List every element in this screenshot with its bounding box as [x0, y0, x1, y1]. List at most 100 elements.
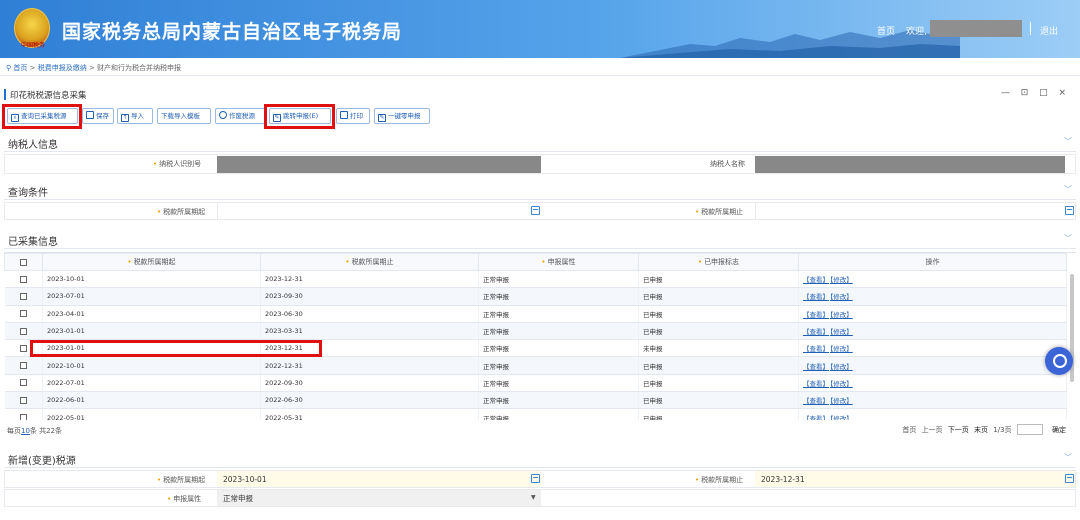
- new-start-input[interactable]: 2023-10-01: [217, 471, 541, 487]
- calendar-icon[interactable]: [1065, 206, 1074, 215]
- table-cell: 2022-07-01: [42, 374, 261, 393]
- row-checkbox[interactable]: [4, 339, 43, 358]
- download-template-button[interactable]: 下载导入模板: [157, 108, 211, 124]
- breadcrumb-declare[interactable]: 税费申报及缴纳: [38, 64, 87, 72]
- dropdown-arrow-icon[interactable]: ▼: [531, 494, 536, 501]
- table-cell: 2022-10-01: [42, 356, 261, 375]
- table-cell: 已申报: [638, 322, 799, 341]
- confirm-button[interactable]: 确定: [1052, 426, 1066, 434]
- table-row[interactable]: 2023-01-01 2023-12-31 正常申报 未申报 【查看】【修改】: [4, 339, 1067, 358]
- calendar-icon[interactable]: [531, 206, 540, 215]
- edit-link[interactable]: 【修改】: [830, 415, 853, 420]
- row-checkbox[interactable]: [4, 408, 43, 420]
- jump-declare-button[interactable]: ✎ 跳转申报(E): [269, 108, 331, 124]
- last-page-link[interactable]: 末页: [974, 426, 988, 434]
- query-end-label: • 税款所属期止: [695, 208, 744, 216]
- next-page-link[interactable]: 下一页: [948, 426, 969, 434]
- table-row[interactable]: 2023-01-01 2023-03-31 正常申报 已申报 【查看】【修改】: [4, 322, 1067, 341]
- table-row[interactable]: 2023-04-01 2023-06-30 正常申报 已申报 【查看】【修改】: [4, 305, 1067, 323]
- view-link[interactable]: 【查看】: [803, 328, 829, 336]
- logout-link[interactable]: 退出: [1040, 24, 1058, 37]
- edit-link[interactable]: 【修改】: [830, 276, 853, 284]
- attr-select-value: 正常申报: [223, 494, 253, 503]
- row-checkbox[interactable]: [4, 356, 43, 375]
- calendar-icon[interactable]: [1065, 474, 1074, 483]
- breadcrumb-home[interactable]: 首页: [13, 64, 27, 72]
- print-label: 打印: [350, 112, 363, 120]
- row-checkbox[interactable]: [4, 322, 43, 341]
- row-checkbox[interactable]: [4, 287, 43, 306]
- zero-declare-button[interactable]: ✎ 一键零申报: [374, 108, 430, 124]
- table-row[interactable]: 2022-10-01 2022-12-31 正常申报 已申报 【查看】【修改】: [4, 356, 1067, 375]
- jump-declare-label: 跳转申报(E): [283, 112, 319, 120]
- first-page-link[interactable]: 首页: [902, 426, 916, 434]
- query-end-input[interactable]: [755, 203, 1075, 219]
- table-row[interactable]: 2022-05-01 2022-05-31 正常申报 已申报 【查看】【修改】: [4, 408, 1067, 420]
- query-row: • 税款所属期起 • 税款所属期止: [4, 202, 1076, 220]
- row-actions: 【查看】【修改】: [798, 287, 1067, 306]
- query-start-input[interactable]: [217, 203, 541, 219]
- collected-section-header[interactable]: 已采集信息 ﹀: [4, 229, 1076, 249]
- void-source-label: 作废税源: [229, 112, 255, 120]
- new-end-input[interactable]: 2023-12-31: [755, 471, 1075, 487]
- chevron-down-icon[interactable]: ﹀: [1064, 452, 1072, 463]
- attr-select[interactable]: 正常申报 ▼: [217, 490, 541, 506]
- row-checkbox[interactable]: [4, 270, 43, 289]
- edit-link[interactable]: 【修改】: [830, 311, 853, 319]
- row-checkbox[interactable]: [4, 305, 43, 323]
- query-section-header[interactable]: 查询条件 ﹀: [4, 180, 1076, 200]
- table-row[interactable]: 2023-07-01 2023-09-30 正常申报 已申报 【查看】【修改】: [4, 287, 1067, 306]
- chat-assistant-icon[interactable]: [1045, 347, 1073, 375]
- edit-link[interactable]: 【修改】: [830, 293, 853, 301]
- section-title: 新增(变更)税源: [8, 456, 76, 467]
- view-link[interactable]: 【查看】: [803, 311, 829, 319]
- emblem-text: 中国税务: [20, 42, 45, 49]
- page-number-input[interactable]: [1016, 424, 1043, 435]
- edit-link[interactable]: 【修改】: [830, 363, 853, 371]
- view-link[interactable]: 【查看】: [803, 415, 829, 420]
- view-link[interactable]: 【查看】: [803, 380, 829, 388]
- window-controls[interactable]: — ⊡ □ ×: [1001, 88, 1070, 98]
- edit-link[interactable]: 【修改】: [830, 397, 853, 405]
- table-cell: 已申报: [638, 408, 799, 420]
- calendar-icon[interactable]: [531, 474, 540, 483]
- save-button[interactable]: 保存: [82, 108, 114, 124]
- chevron-down-icon[interactable]: ﹀: [1064, 233, 1072, 244]
- welcome-text: 欢迎,: [906, 27, 927, 37]
- section-title: 已采集信息: [8, 237, 58, 248]
- edit-link[interactable]: 【修改】: [830, 380, 853, 388]
- taxpayer-section-header[interactable]: 纳税人信息 ﹀: [4, 132, 1076, 152]
- location-icon: ⚲: [6, 64, 12, 72]
- chevron-down-icon[interactable]: ﹀: [1064, 184, 1072, 195]
- view-link[interactable]: 【查看】: [803, 397, 829, 405]
- print-button[interactable]: 打印: [336, 108, 370, 124]
- view-link[interactable]: 【查看】: [803, 345, 829, 353]
- table-cell: 2022-06-30: [260, 391, 479, 410]
- select-all-checkbox[interactable]: [4, 253, 43, 271]
- per-page-link[interactable]: 10: [21, 427, 30, 435]
- prev-page-link[interactable]: 上一页: [922, 426, 943, 434]
- query-collected-button[interactable]: ⌕ 查询已采集税源: [7, 108, 78, 124]
- edit-link[interactable]: 【修改】: [830, 345, 853, 353]
- chevron-down-icon[interactable]: ﹀: [1064, 136, 1072, 147]
- table-row[interactable]: 2022-07-01 2022-09-30 正常申报 已申报 【查看】【修改】: [4, 374, 1067, 393]
- view-link[interactable]: 【查看】: [803, 293, 829, 301]
- edit-link[interactable]: 【修改】: [830, 328, 853, 336]
- row-checkbox[interactable]: [4, 391, 43, 410]
- import-button[interactable]: ↑ 导入: [117, 108, 153, 124]
- table-row[interactable]: 2022-06-01 2022-06-30 正常申报 已申报 【查看】【修改】: [4, 391, 1067, 410]
- col-header: • 申报属性: [478, 253, 639, 271]
- home-link[interactable]: 首页: [877, 24, 895, 37]
- new-source-section-header[interactable]: 新增(变更)税源 ﹀: [4, 448, 1076, 468]
- row-checkbox[interactable]: [4, 374, 43, 393]
- table-cell: 正常申报: [478, 270, 639, 289]
- void-source-button[interactable]: 作废税源: [215, 108, 265, 124]
- header-banner: 中国税务 国家税务总局内蒙古自治区电子税务局 首页 欢迎, 退出: [0, 0, 1080, 58]
- view-link[interactable]: 【查看】: [803, 276, 829, 284]
- table-cell: 2023-07-01: [42, 287, 261, 306]
- table-cell: 已申报: [638, 270, 799, 289]
- panel-header: 印花税税源信息采集 — ⊡ □ ×: [4, 88, 1076, 102]
- table-row[interactable]: 2023-10-01 2023-12-31 正常申报 已申报 【查看】【修改】: [4, 270, 1067, 289]
- view-link[interactable]: 【查看】: [803, 363, 829, 371]
- toolbar: ⌕ 查询已采集税源 保存 ↑ 导入 下载导入模板 作废税源 ✎ 跳转申报(E) 打印 …: [4, 108, 1076, 126]
